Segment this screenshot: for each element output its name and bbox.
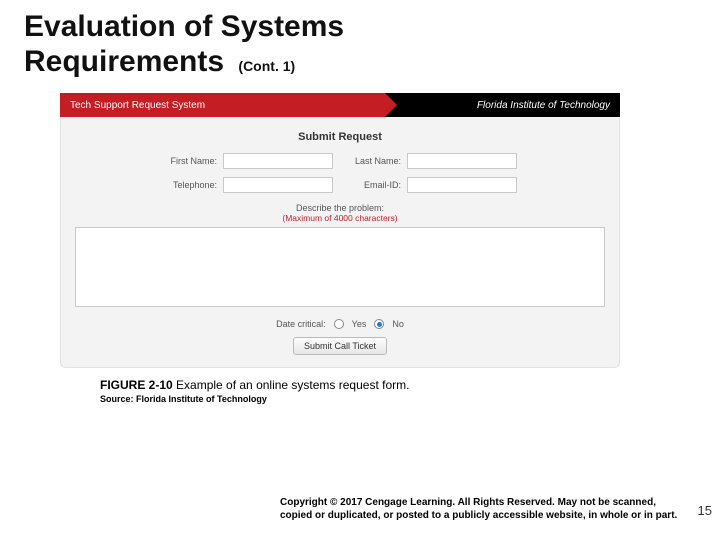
slide-title: Evaluation of Systems Requirements (Cont… xyxy=(0,0,720,79)
app-title-bar: Tech Support Request System Florida Inst… xyxy=(60,93,620,117)
last-name-label: Last Name: xyxy=(347,156,401,166)
app-title-right: Florida Institute of Technology xyxy=(385,93,620,117)
figure-caption: FIGURE 2-10 Example of an online systems… xyxy=(100,378,720,392)
describe-label: Describe the problem: xyxy=(75,203,605,213)
last-name-input[interactable] xyxy=(407,153,517,169)
figure-container: Tech Support Request System Florida Inst… xyxy=(60,93,620,368)
figure-source: Source: Florida Institute of Technology xyxy=(100,394,720,404)
app-title-left: Tech Support Request System xyxy=(60,93,385,117)
field-telephone: Telephone: xyxy=(163,177,333,193)
figure-number: FIGURE 2-10 xyxy=(100,378,173,392)
radio-yes-label: Yes xyxy=(352,319,367,329)
field-last-name: Last Name: xyxy=(347,153,517,169)
email-input[interactable] xyxy=(407,177,517,193)
describe-note: (Maximum of 4000 characters) xyxy=(75,213,605,223)
date-critical-row: Date critical: Yes No xyxy=(75,319,605,329)
row-name: First Name: Last Name: xyxy=(75,153,605,169)
title-line1: Evaluation of Systems xyxy=(24,10,344,43)
submit-button[interactable]: Submit Call Ticket xyxy=(293,337,387,355)
title-cont: (Cont. 1) xyxy=(232,58,295,74)
radio-no[interactable] xyxy=(374,319,384,329)
radio-yes[interactable] xyxy=(334,319,344,329)
copyright-notice: Copyright © 2017 Cengage Learning. All R… xyxy=(280,497,680,522)
date-critical-label: Date critical: xyxy=(276,319,326,329)
email-label: Email-ID: xyxy=(347,180,401,190)
figure-caption-text: Example of an online systems request for… xyxy=(173,378,410,392)
title-line2: Requirements xyxy=(24,45,224,78)
radio-no-label: No xyxy=(392,319,404,329)
page-number: 15 xyxy=(698,503,712,518)
telephone-label: Telephone: xyxy=(163,180,217,190)
request-form: Submit Request First Name: Last Name: Te… xyxy=(60,117,620,368)
row-contact: Telephone: Email-ID: xyxy=(75,177,605,193)
first-name-label: First Name: xyxy=(163,156,217,166)
telephone-input[interactable] xyxy=(223,177,333,193)
first-name-input[interactable] xyxy=(223,153,333,169)
field-email: Email-ID: xyxy=(347,177,517,193)
describe-textarea[interactable] xyxy=(75,227,605,307)
form-heading: Submit Request xyxy=(75,131,605,143)
field-first-name: First Name: xyxy=(163,153,333,169)
